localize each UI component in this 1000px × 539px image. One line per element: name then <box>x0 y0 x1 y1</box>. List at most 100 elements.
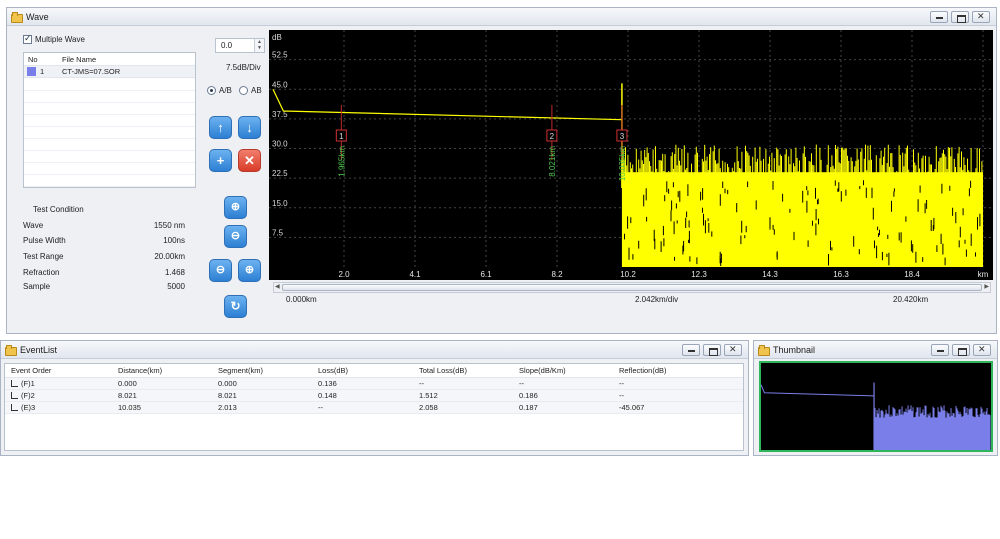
otdr-trace-svg[interactable]: 52.545.037.530.022.515.07.5dB2.0 4.1 6.1 8.… <box>269 30 993 280</box>
folder-icon <box>5 345 17 356</box>
x-div-label: 2.042km/div <box>635 295 679 304</box>
eventlist-titlebar[interactable]: EventList <box>1 341 748 359</box>
table-row[interactable]: (E)3 10.035 2.013 -- 2.058 0.187 -45.067 <box>5 402 743 414</box>
segment-cell: 2.013 <box>218 403 237 412</box>
scroll-right-icon[interactable]: ▶ <box>984 283 989 290</box>
file-table-empty-rows <box>24 79 195 187</box>
y-tick-label: 22.5 <box>272 169 288 178</box>
condition-value: 5000 <box>167 282 185 291</box>
reflection-cell: -- <box>619 379 624 388</box>
header-slope: Slope(dB/Km) <box>519 366 566 375</box>
multiple-wave-checkbox[interactable]: Multiple Wave <box>23 33 85 44</box>
reflection-cell: -- <box>619 391 624 400</box>
add-icon[interactable]: + <box>209 149 232 172</box>
zoom-y-icon[interactable]: ⊕ <box>238 259 261 282</box>
db-per-div: 7.5dB/Div <box>226 63 261 72</box>
minimize-button[interactable] <box>682 344 700 356</box>
reset-icon[interactable]: ↻ <box>224 295 247 318</box>
event-order-text: (F)2 <box>21 391 35 400</box>
event-table[interactable]: Event Order Distance(km) Segment(km) Los… <box>4 363 744 451</box>
condition-value: 20.00km <box>154 252 185 261</box>
maximize-button[interactable] <box>952 344 970 356</box>
wave-titlebar[interactable]: Wave <box>7 8 996 26</box>
file-table-header-no: No <box>28 54 38 64</box>
condition-value: 1.468 <box>164 268 185 277</box>
condition-label: Sample <box>23 282 51 291</box>
checkbox-icon[interactable] <box>23 33 32 44</box>
table-row[interactable]: (F)1 0.000 0.000 0.136 -- -- -- <box>5 378 743 390</box>
zoom-x-icon[interactable]: ⊖ <box>209 259 232 282</box>
horizontal-scrollbar[interactable]: ◀ ▶ <box>273 282 991 293</box>
scrollbar-thumb[interactable] <box>282 284 982 291</box>
delete-icon[interactable]: ✕ <box>238 149 261 172</box>
arrow-down-icon[interactable]: ↓ <box>238 116 261 139</box>
otdr-trace-plot[interactable]: 52.5 45.0 37.5 30.0 22.5 15.0 7.5 dB 2.0 4.1 6.1 8.… <box>269 30 993 280</box>
radio-ab-label: AB <box>251 86 262 95</box>
marker-number: 1 <box>339 132 344 141</box>
trace-color-swatch <box>27 67 36 76</box>
thumbnail-titlebar[interactable]: Thumbnail <box>754 341 997 359</box>
test-condition-wave: Wave 1550 nm <box>23 221 185 230</box>
distance-cell: 10.035 <box>118 403 141 412</box>
x-tick-label: 2.0 <box>338 270 350 279</box>
thumbnail-noise-floor <box>873 405 991 450</box>
test-condition-pulse-width: Pulse Width 100ns <box>23 236 185 245</box>
file-table-header-name: File Name <box>62 54 97 64</box>
radio-icon[interactable] <box>207 86 216 95</box>
arrow-up-icon[interactable]: ↑ <box>209 116 232 139</box>
loss-cell: 0.136 <box>318 379 337 388</box>
slope-cell: 0.186 <box>519 391 538 400</box>
header-segment: Segment(km) <box>218 366 264 375</box>
close-button[interactable] <box>972 11 990 23</box>
segment-cell: 8.021 <box>218 391 237 400</box>
multiple-wave-label: Multiple Wave <box>35 35 85 44</box>
condition-value: 1550 nm <box>153 221 185 230</box>
folder-icon <box>11 12 23 23</box>
marker-number: 3 <box>620 132 625 141</box>
zoom-out-icon[interactable]: ⊖ <box>224 225 247 248</box>
segment-cell: 0.000 <box>218 379 237 388</box>
minimize-button[interactable] <box>930 11 948 23</box>
slope-cell: 0.187 <box>519 403 538 412</box>
thumbnail-trace-line <box>761 384 875 397</box>
folder-icon <box>758 345 770 356</box>
zoom-in-icon[interactable]: ⊕ <box>224 196 247 219</box>
thumbnail-plot[interactable] <box>759 361 993 452</box>
total-loss-cell: -- <box>419 379 424 388</box>
table-row[interactable]: (F)2 8.021 8.021 0.148 1.512 0.186 -- <box>5 390 743 402</box>
minimize-button[interactable] <box>931 344 949 356</box>
radio-ab[interactable]: AB <box>239 86 262 95</box>
eventlist-window: EventList Event Order Distance(km) Segme… <box>0 340 749 456</box>
marker-number: 2 <box>550 132 555 141</box>
scroll-left-icon[interactable]: ◀ <box>275 283 280 290</box>
y-tick-label: 15.0 <box>272 199 288 208</box>
radio-a-slash-b-label: A/B <box>219 86 232 95</box>
x-tick-label: 14.3 <box>762 270 778 279</box>
radio-icon[interactable] <box>239 86 248 95</box>
maximize-button[interactable] <box>951 11 969 23</box>
event-table-header: Event Order Distance(km) Segment(km) Los… <box>5 364 743 378</box>
x-tick-label: 10.2 <box>620 270 636 279</box>
maximize-button[interactable] <box>703 344 721 356</box>
total-loss-cell: 2.058 <box>419 403 438 412</box>
close-button[interactable] <box>973 344 991 356</box>
fiber-event-icon <box>11 392 18 399</box>
offset-value: 0.0 <box>221 41 233 50</box>
condition-label: Pulse Width <box>23 236 66 245</box>
header-reflection: Reflection(dB) <box>619 366 667 375</box>
x-tick-label: 12.3 <box>691 270 707 279</box>
radio-a-slash-b[interactable]: A/B <box>207 86 232 95</box>
close-button[interactable] <box>724 344 742 356</box>
total-loss-cell: 1.512 <box>419 391 438 400</box>
event-order-text: (E)3 <box>21 403 36 412</box>
file-no: 1 <box>40 67 45 76</box>
event-order-cell: (E)3 <box>5 403 112 412</box>
file-table-row[interactable]: 1 CT-JMS=07.SOR <box>24 66 195 78</box>
distance-cell: 8.021 <box>118 391 137 400</box>
slope-cell: -- <box>519 379 524 388</box>
spin-arrows-icon[interactable]: ▲ ▼ <box>254 39 264 52</box>
file-table[interactable]: No File Name 1 CT-JMS=07.SOR <box>23 52 196 188</box>
y-tick-label: 45.0 <box>272 80 288 89</box>
offset-spinbox[interactable]: 0.0 ▲ ▼ <box>215 38 265 53</box>
thumbnail-svg[interactable] <box>761 363 991 450</box>
